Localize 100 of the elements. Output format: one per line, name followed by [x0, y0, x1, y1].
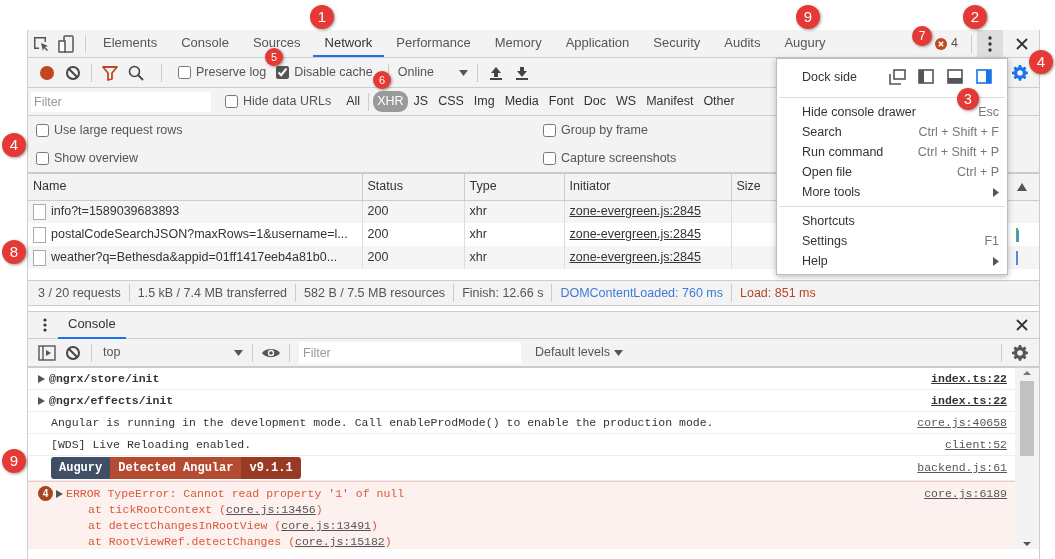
type-filter[interactable]: All [342, 91, 365, 112]
console-filter-field[interactable]: Filter [299, 341, 521, 364]
stack-link[interactable]: core.js:13491 [281, 519, 371, 533]
context-value: top [103, 344, 121, 362]
filter-field[interactable]: Filter [31, 91, 211, 112]
type-filter[interactable]: Font [544, 91, 578, 112]
number-marker: 9 [2, 449, 26, 473]
number-marker: 8 [2, 240, 26, 264]
source-link[interactable]: core.js:6189 [924, 485, 1007, 503]
expand-arrow-icon[interactable] [56, 489, 63, 498]
panel-tab[interactable]: Elements [91, 30, 170, 57]
setting-checkbox[interactable] [36, 151, 49, 165]
log-message: Angular is running in the development mode. Call enableProdMode() to enable the production mode. [50, 414, 715, 431]
type-filter[interactable]: Manifest [642, 91, 698, 112]
column-header[interactable]: Name [28, 174, 362, 200]
summary-text: 3 / 20 requests [38, 284, 121, 302]
type-filter[interactable]: CSS [434, 91, 468, 112]
number-marker: 1 [310, 5, 334, 29]
request-name[interactable]: postalCodeSearchJSON?maxRows=1&username=l... [51, 227, 348, 242]
type-filter[interactable]: WS [612, 91, 641, 112]
sort-arrow-icon[interactable] [1017, 183, 1027, 192]
file-icon [33, 226, 46, 243]
menu-item[interactable]: More tools [802, 182, 993, 202]
log-message: [WDS] Live Reloading enabled. [50, 436, 253, 453]
source-link[interactable]: index.ts:22 [931, 391, 1007, 410]
dropdown-caret-icon [614, 349, 624, 356]
summary-text: 582 B / 7.5 MB resources [304, 284, 446, 302]
source-link[interactable]: core.js:40658 [917, 413, 1007, 432]
shortcut-text: F1 [984, 232, 999, 250]
number-marker: 4 [1029, 50, 1053, 74]
dropdown-caret-icon [458, 69, 468, 76]
scrollbar[interactable] [1015, 368, 1039, 549]
setting-checkbox[interactable] [543, 151, 556, 165]
summary-text: 1.5 kB / 7.4 MB transferred [137, 284, 288, 302]
initiator-link[interactable]: zone-evergreen.js:2845 [569, 227, 701, 242]
panel-tab[interactable]: Augury [772, 30, 838, 57]
type-filter[interactable]: Img [469, 91, 499, 112]
menu-label: Dock side [802, 68, 858, 86]
menu-item[interactable]: Search [802, 122, 919, 142]
checkbox-label: Preserve log [196, 64, 267, 82]
summary-text: Load: 851 ms [740, 284, 816, 302]
scroll-down-icon[interactable] [1022, 539, 1032, 549]
menu-item[interactable]: Run command [802, 142, 918, 162]
source-link[interactable]: client:52 [944, 435, 1007, 454]
checkbox-label: Capture screenshots [561, 149, 677, 167]
column-header[interactable]: Size [731, 174, 776, 200]
error-count: 4 [951, 35, 958, 53]
panel-tab[interactable]: Console [169, 30, 241, 57]
error-icon [935, 37, 948, 50]
type-filter[interactable]: Other [699, 91, 739, 112]
more-options-icon[interactable] [977, 30, 1003, 57]
file-icon [33, 249, 46, 266]
throttling-select[interactable]: Online [393, 63, 472, 82]
shortcut-text: Ctrl + Shift + P [917, 143, 999, 161]
panel-tab[interactable]: Performance [384, 30, 483, 57]
number-marker: 7 [912, 26, 932, 46]
table-cell: xhr [464, 246, 564, 269]
number-marker: 4 [2, 133, 26, 157]
column-header[interactable]: Status [362, 174, 464, 200]
type-filter[interactable]: Doc [579, 91, 610, 112]
type-filter[interactable]: JS [409, 91, 433, 112]
stack-link[interactable]: core.js:15182 [295, 535, 385, 549]
type-filter[interactable]: Media [500, 91, 543, 112]
waterfall-bar [1016, 227, 1019, 242]
waterfall-bar [1016, 250, 1019, 265]
context-select[interactable]: top [97, 343, 247, 362]
log-message: @ngrx/store/init [48, 370, 161, 387]
badge-segment: Augury [51, 457, 111, 479]
setting-checkbox[interactable] [36, 123, 49, 137]
checkbox-label: Disable cache [294, 64, 373, 82]
shortcut-text: Ctrl + Shift + F [918, 123, 999, 141]
checkbox-label: Use large request rows [54, 121, 183, 139]
stack-frame: at tickRootContext (core.js:13456) [38, 502, 1007, 519]
column-header[interactable]: Initiator [564, 174, 731, 200]
panel-tab[interactable]: Memory [482, 30, 554, 57]
stack-link[interactable]: core.js:13456 [226, 503, 316, 517]
log-levels-dropdown[interactable]: Default levels [529, 342, 630, 363]
menu-item[interactable]: Help [802, 251, 993, 271]
source-link[interactable]: index.ts:22 [931, 369, 1007, 388]
checkbox-label: Group by frame [561, 121, 648, 139]
source-link[interactable]: backend.js:61 [917, 459, 1007, 477]
badge-segment: v9.1.1 [241, 457, 301, 479]
column-header[interactable]: Type [464, 174, 564, 200]
error-message: ERROR TypeError: Cannot read property '1' of null [66, 486, 406, 502]
number-marker: 9 [796, 5, 820, 29]
panel-tab[interactable]: Security [641, 30, 713, 57]
table-cell: 200 [362, 246, 464, 269]
setting-checkbox[interactable] [543, 123, 556, 137]
preserve-log-checkbox[interactable] [178, 66, 191, 79]
panel-tab[interactable]: Application [553, 30, 642, 57]
disable-cache-checkbox[interactable] [276, 66, 290, 79]
menu-item[interactable]: Settings [802, 231, 985, 251]
panel-tab[interactable]: Audits [712, 30, 773, 57]
hide-data-urls-checkbox[interactable] [225, 95, 238, 108]
expand-arrow-icon[interactable] [38, 396, 45, 405]
menu-item[interactable]: Shortcuts [802, 211, 999, 231]
throttling-value: Online [397, 64, 434, 82]
menu-item[interactable]: Open file [802, 162, 957, 182]
expand-arrow-icon[interactable] [38, 374, 45, 383]
scrollbar-thumb[interactable] [1020, 381, 1034, 456]
